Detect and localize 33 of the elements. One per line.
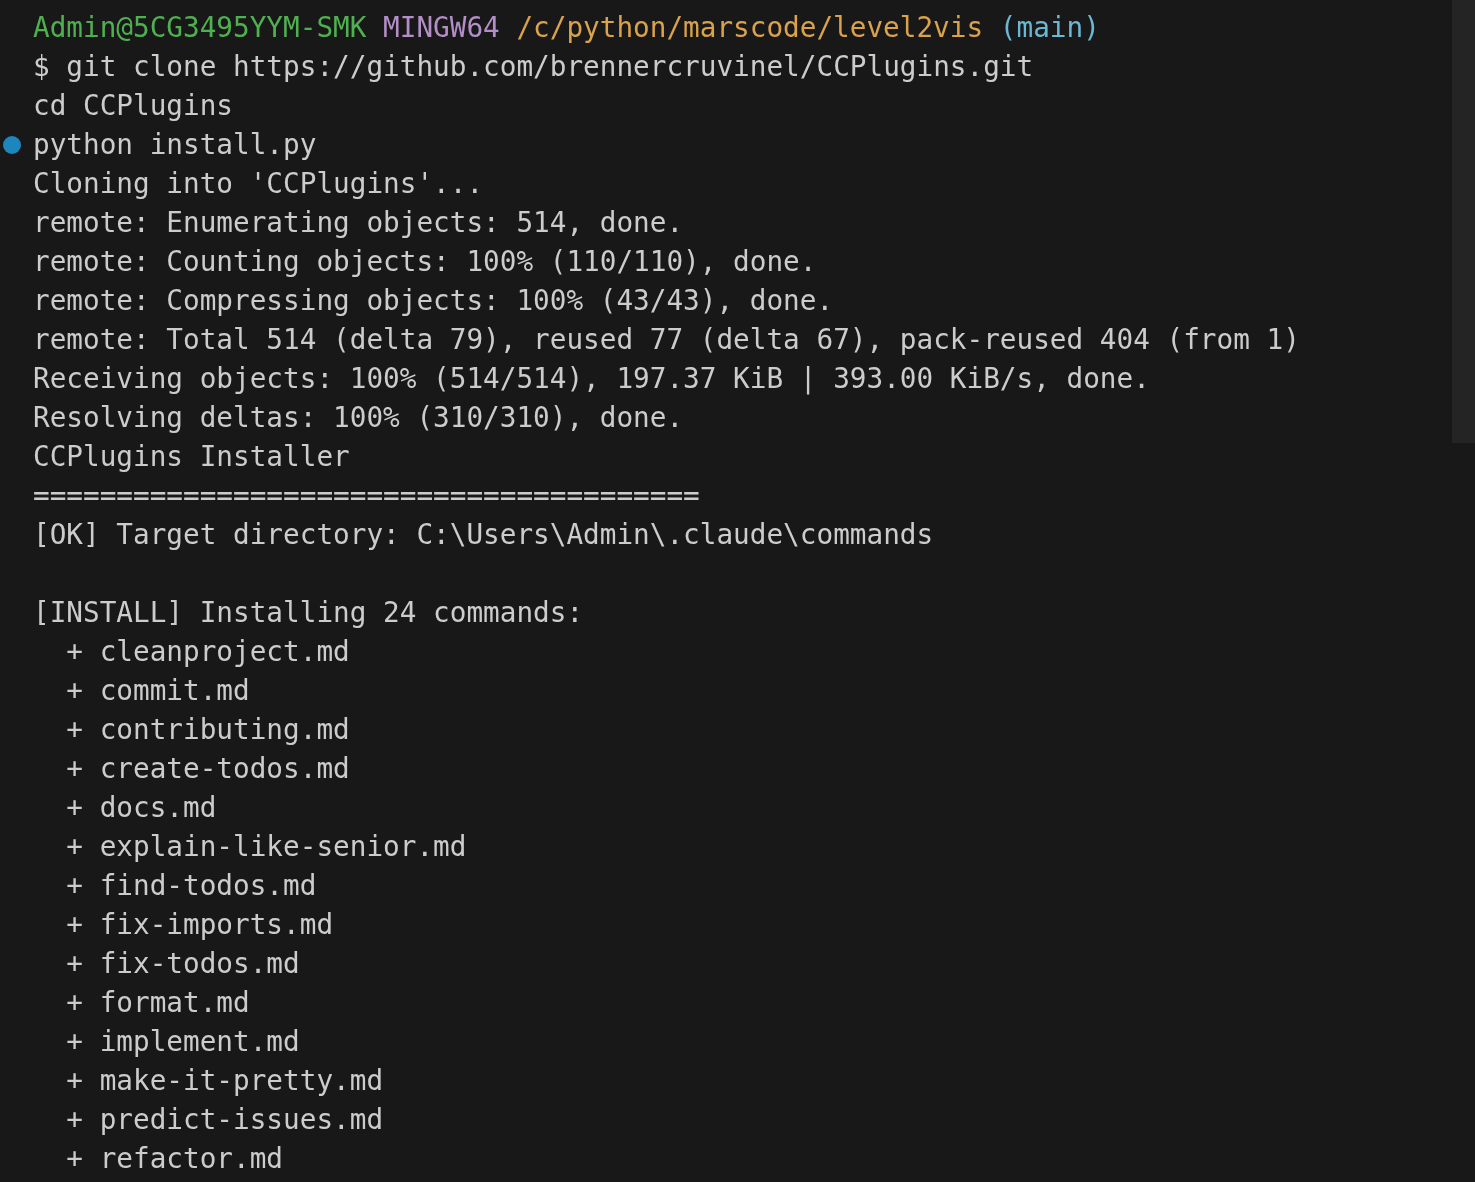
output-text: remote: Counting objects: 100% (110/110), done. [33, 245, 817, 278]
output-text: + cleanproject.md [65, 635, 350, 668]
output-text: + format.md [65, 986, 250, 1019]
output-text: + docs.md [65, 791, 217, 824]
output-text: + refactor.md [65, 1142, 284, 1175]
output-text: + explain-like-senior.md [65, 830, 467, 863]
output-text: + fix-imports.md [65, 908, 334, 941]
output-text: + commit.md [65, 674, 250, 707]
output-text: Receiving objects: 100% (514/514), 197.37 KiB | 393.00 KiB/s, done. [33, 362, 1150, 395]
output-text: remote: Total 514 (delta 79), reused 77 (delta 67), pack-reused 404 (from 1) [33, 323, 1300, 356]
output-text: + contributing.md [65, 713, 350, 746]
command-marker-icon[interactable] [3, 136, 21, 154]
output-text: [OK] Target directory: C:\Users\Admin\.claude\commands [33, 518, 934, 551]
output-text: + create-todos.md [65, 752, 350, 785]
prompt-branch: (main) [999, 11, 1100, 44]
output-text: + implement.md [65, 1025, 300, 1058]
prompt-path: /c/python/marscode/level2vis [516, 11, 984, 44]
prompt-system: MINGW64 [383, 11, 500, 44]
output-text: ======================================== [33, 479, 700, 512]
command-text: python install.py [33, 128, 317, 161]
command-text: cd CCPlugins [33, 89, 234, 122]
command-text: $ git clone https://github.com/brennercruvinel/CCPlugins.git [33, 50, 1034, 83]
output-text: CCPlugins Installer [33, 440, 350, 473]
output-text: remote: Enumerating objects: 514, done. [33, 206, 684, 239]
prompt-user-host: Admin@5CG3495YYM-SMK [33, 11, 367, 44]
output-text: + fix-todos.md [65, 947, 300, 980]
output-text: + find-todos.md [65, 869, 317, 902]
output-text: Cloning into 'CCPlugins'... [33, 167, 484, 200]
output-text: [INSTALL] Installing 24 commands: [33, 596, 584, 629]
output-text: + make-it-pretty.md [65, 1064, 384, 1097]
output-text: remote: Compressing objects: 100% (43/43), done. [33, 284, 834, 317]
output-text: Resolving deltas: 100% (310/310), done. [33, 401, 684, 434]
output-text: + predict-issues.md [65, 1103, 384, 1136]
